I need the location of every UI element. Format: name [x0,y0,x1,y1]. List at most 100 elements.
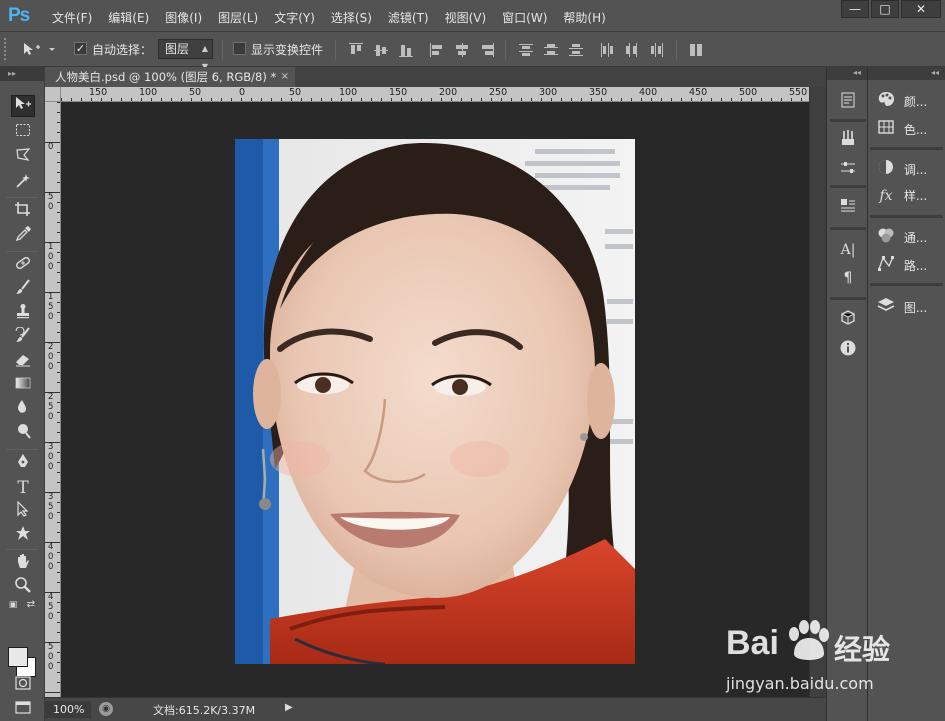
move-tool-icon[interactable] [11,95,35,117]
brush-tool-icon[interactable] [11,279,35,301]
align-left-icon[interactable] [430,43,444,57]
auto-align-layers-icon[interactable] [689,43,703,57]
type-tool-icon[interactable]: T [11,477,35,499]
watermark-url: jingyan.baidu.com [726,674,874,693]
menu-select[interactable]: 选择(S) [323,8,380,27]
status-bar: 100% ◉ 文档:615.2K/3.37M ▶ [45,697,826,721]
distribute-top-icon[interactable] [519,43,533,57]
menu-file[interactable]: 文件(F) [44,8,100,27]
swatches-panel-tab[interactable]: 色... [876,119,942,141]
menu-view[interactable]: 视图(V) [437,8,495,27]
healing-brush-tool-icon[interactable] [11,255,35,277]
hand-tool-icon[interactable] [11,553,35,575]
ruler-origin[interactable] [45,87,61,102]
dock-divider [830,297,866,300]
options-divider [676,40,677,60]
distribute-hcenter-icon[interactable] [625,43,639,57]
distribute-bottom-icon[interactable] [569,43,583,57]
blur-tool-icon[interactable] [11,399,35,421]
history-brush-tool-icon[interactable] [11,326,35,349]
marquee-tool-icon[interactable] [11,121,35,143]
align-hcenter-icon[interactable] [455,43,469,57]
menu-filter[interactable]: 滤镜(T) [380,8,437,27]
default-colors-icon[interactable]: ▣ [6,599,20,613]
path-selection-tool-icon[interactable] [11,500,35,523]
styles-panel-tab[interactable]: fx 样... [876,187,942,209]
menu-edit[interactable]: 编辑(E) [100,8,157,27]
options-grip[interactable] [4,38,8,60]
tool-preset-picker[interactable] [22,41,60,59]
menu-type[interactable]: 文字(Y) [266,8,323,27]
auto-select-target-dropdown[interactable]: 图层 ▲▼ [158,39,213,71]
color-panel-tab[interactable]: 颜... [876,91,942,113]
pen-tool-icon[interactable] [11,453,35,475]
distribute-right-icon[interactable] [650,43,664,57]
eyedropper-tool-icon[interactable] [11,225,35,247]
ruler-label: 450 [48,592,54,622]
adjustments-panel-tab[interactable]: 调... [876,159,942,181]
vertical-ruler[interactable]: 0 50 100 150 200 250 300 350 400 450 500 [45,102,61,697]
paths-panel-tab[interactable]: 路... [876,255,942,277]
info-share-icon[interactable]: ◉ [99,702,113,716]
dock-collapse-icon[interactable]: ◂◂ [827,67,867,80]
menu-window[interactable]: 窗口(W) [494,8,555,27]
crop-tool-icon[interactable] [11,201,35,223]
horizontal-ruler[interactable]: 150 100 50 0 50 100 150 200 250 300 350 … [61,87,809,102]
quick-mask-icon[interactable] [11,675,35,697]
brush-presets-icon[interactable] [837,129,859,151]
eraser-tool-icon[interactable] [11,351,35,373]
move-tool-icon [24,43,55,55]
zoom-tool-icon[interactable] [11,577,35,599]
character-panel-icon[interactable]: A| [837,239,859,261]
auto-select-checkbox[interactable]: ✓ [74,42,87,55]
menu-image[interactable]: 图像(I) [157,8,210,27]
tools-panel-collapse[interactable]: ▸▸ [0,67,44,81]
vertical-scrollbar[interactable] [809,87,826,697]
dock-collapse-icon[interactable]: ◂◂ [868,67,945,80]
ruler-label: 100 [48,242,54,272]
dodge-tool-icon[interactable] [11,423,35,445]
gradient-tool-icon[interactable] [11,375,35,397]
status-menu-arrow-icon[interactable]: ▶ [285,702,293,713]
lasso-tool-icon[interactable] [11,147,35,169]
menu-layer[interactable]: 图层(L) [210,8,266,27]
foreground-color-swatch[interactable] [8,647,28,667]
palette-icon [876,91,896,111]
align-bottom-icon[interactable] [399,43,413,57]
swap-colors-icon[interactable]: ⇄ [24,599,38,613]
dock-divider [870,147,943,150]
show-transform-checkbox[interactable] [233,42,246,55]
adjustments-panel-label: 调... [903,162,928,177]
minimize-button[interactable]: — [841,0,869,18]
zoom-level-field[interactable]: 100% [45,701,91,718]
channels-panel-tab[interactable]: 通... [876,227,942,249]
document-image[interactable] [235,139,635,664]
ruler-label: 100 [139,87,158,98]
distribute-left-icon[interactable] [600,43,614,57]
distribute-vcenter-icon[interactable] [544,43,558,57]
menu-help[interactable]: 帮助(H) [555,8,613,27]
restore-button[interactable]: □ [871,0,899,18]
layers-panel-tab[interactable]: 图... [876,297,942,319]
dock-divider [870,283,943,286]
align-top-icon[interactable] [349,43,363,57]
3d-panel-icon[interactable] [837,309,859,331]
ruler-label: 150 [89,87,108,98]
paragraph-panel-icon[interactable]: ¶ [837,267,859,289]
screen-mode-icon[interactable] [11,699,35,721]
custom-shape-tool-icon[interactable] [11,525,35,547]
align-vcenter-icon[interactable] [374,43,388,57]
ruler-label: 250 [48,392,54,422]
brush-settings-icon[interactable] [837,159,859,181]
history-panel-icon[interactable] [837,91,859,113]
info-panel-icon[interactable] [837,339,859,361]
clone-stamp-tool-icon[interactable] [11,303,35,325]
ruler-label: 300 [48,442,54,472]
close-tab-icon[interactable]: × [281,67,289,87]
ruler-label: 400 [639,87,658,98]
magic-wand-tool-icon[interactable] [11,173,35,195]
document-tab[interactable]: 人物美白.psd @ 100% (图层 6, RGB/8) * × [45,67,295,87]
align-right-icon[interactable] [480,43,494,57]
clone-source-icon[interactable] [837,197,859,219]
close-button[interactable]: ✕ [901,0,941,18]
